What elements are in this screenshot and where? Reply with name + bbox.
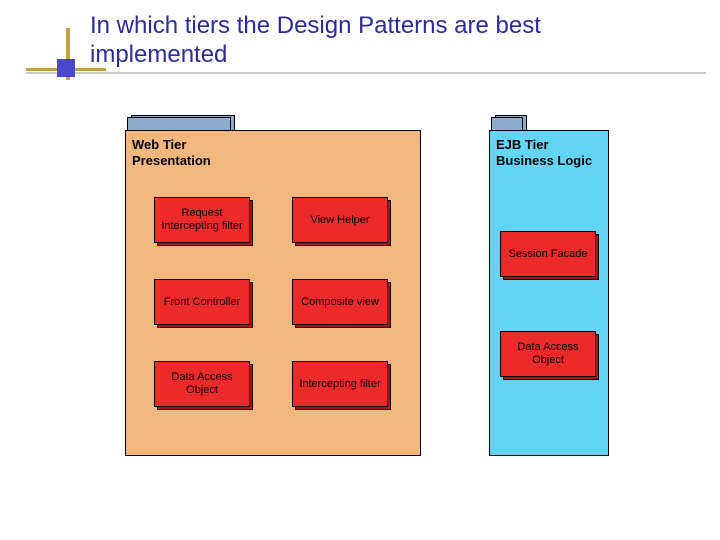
title-area: In which tiers the Design Patterns are b… [90, 12, 650, 70]
pattern-data-access-object-ejb: Data Access Object [500, 331, 596, 377]
pattern-box-front: Composite view [292, 279, 388, 325]
pattern-box-front: Session Facade [500, 231, 596, 277]
pattern-session-facade: Session Facade [500, 231, 596, 277]
page-title: In which tiers the Design Patterns are b… [90, 12, 650, 70]
pattern-intercepting-filter: Intercepting filter [292, 361, 388, 407]
pattern-data-access-object-web: Data Access Object [154, 361, 250, 407]
pattern-composite-view: Composite view [292, 279, 388, 325]
ejb-tier-header-line2: Business Logic [496, 153, 592, 168]
web-tier-header: Web Tier Presentation [132, 137, 211, 170]
ejb-tier-panel: EJB Tier Business Logic Session Facade D… [489, 130, 609, 456]
pattern-front-controller: Front Controller [154, 279, 250, 325]
pattern-box-front: View Helper [292, 197, 388, 243]
web-tier-header-line2: Presentation [132, 153, 211, 168]
pattern-request-intercepting-filter: Request Intercepting filter [154, 197, 250, 243]
slide-ornament [20, 32, 90, 82]
pattern-view-helper: View Helper [292, 197, 388, 243]
pattern-box-front: Front Controller [154, 279, 250, 325]
ornament-line-grey [26, 72, 706, 74]
web-tier-header-line1: Web Tier [132, 137, 186, 152]
diagram: Web Tier Presentation Request Intercepti… [125, 115, 685, 455]
pattern-box-front: Request Intercepting filter [154, 197, 250, 243]
pattern-box-front: Intercepting filter [292, 361, 388, 407]
web-tier-panel: Web Tier Presentation Request Intercepti… [125, 130, 421, 456]
ornament-square [57, 59, 75, 77]
pattern-box-front: Data Access Object [500, 331, 596, 377]
pattern-box-front: Data Access Object [154, 361, 250, 407]
ejb-tier-header: EJB Tier Business Logic [496, 137, 592, 170]
ejb-tier-header-line1: EJB Tier [496, 137, 549, 152]
